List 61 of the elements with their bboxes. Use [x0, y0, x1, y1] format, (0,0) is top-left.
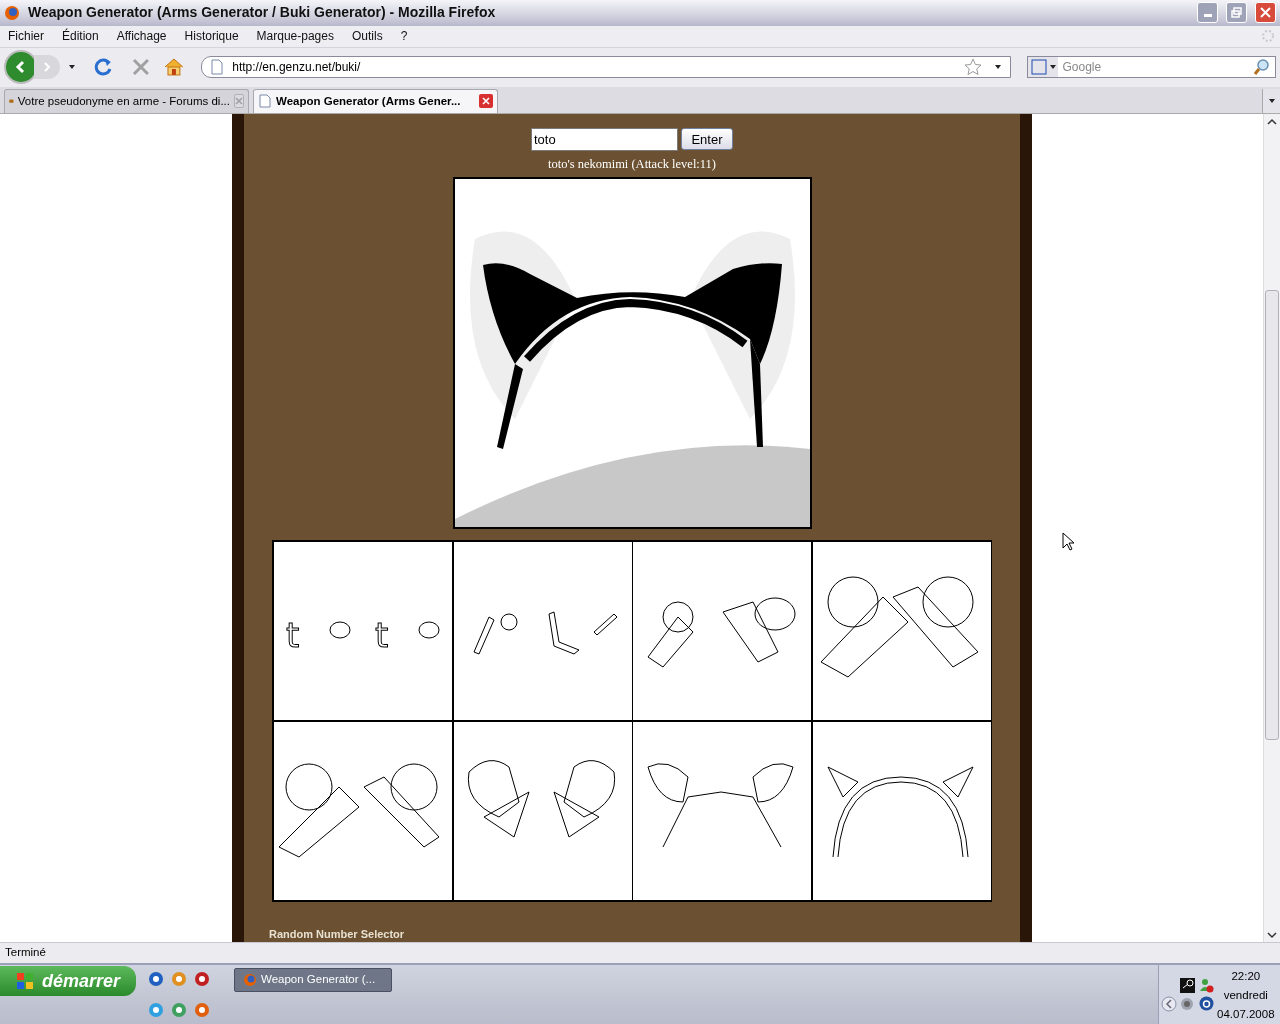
tray-app-icon[interactable]	[1180, 977, 1195, 993]
quick-launch-icon[interactable]	[148, 971, 164, 987]
tab[interactable]: Votre pseudonyme en arme - Forums di...	[4, 88, 249, 113]
windows-logo-icon	[16, 972, 34, 990]
close-tab-button[interactable]	[479, 94, 493, 109]
clock-date: 04.07.2008	[1217, 1007, 1275, 1022]
bookmark-star-icon[interactable]	[964, 58, 983, 77]
url-input[interactable]: http://en.genzu.net/buki/	[232, 58, 965, 77]
address-bar[interactable]: http://en.genzu.net/buki/	[201, 56, 1012, 79]
page-icon	[210, 59, 225, 76]
scrollbar-thumb[interactable]	[1265, 289, 1279, 740]
window-title: Weapon Generator (Arms Generator / Buki Generator) - Mozilla Firefox	[28, 3, 497, 23]
menu-item[interactable]: ?	[396, 27, 412, 46]
list-tabs-button[interactable]	[1262, 88, 1280, 113]
restore-icon	[1231, 7, 1242, 19]
quick-launch-icon[interactable]	[148, 1002, 164, 1018]
messenger-icon[interactable]	[1199, 977, 1214, 993]
menu-item[interactable]: Outils	[347, 27, 387, 46]
close-button[interactable]	[1255, 2, 1276, 24]
caret-icon	[1267, 96, 1276, 105]
page-icon	[258, 94, 272, 109]
quick-launch-icon[interactable]	[194, 1002, 210, 1018]
firefox-logo-icon	[243, 973, 257, 987]
clock-day: vendredi	[1223, 986, 1268, 1005]
firefox-logo-icon	[4, 5, 20, 21]
outlined-letter: t	[286, 614, 300, 658]
enter-button[interactable]: Enter	[681, 128, 733, 151]
menu-item[interactable]: Fichier	[4, 27, 48, 46]
outlined-letter: t	[375, 614, 389, 658]
name-input[interactable]: toto	[531, 127, 678, 151]
taskbar-button[interactable]: Weapon Generator (...	[234, 968, 392, 992]
close-icon	[482, 97, 490, 106]
menu-item[interactable]: Édition	[58, 27, 103, 46]
forward-button[interactable]	[33, 55, 60, 80]
home-icon[interactable]	[163, 56, 186, 79]
quick-launch-icon[interactable]	[171, 971, 187, 987]
throbber-icon	[1260, 28, 1276, 45]
minimize-button[interactable]	[1197, 2, 1218, 24]
minimize-icon	[1203, 14, 1212, 18]
result-caption: toto's nekomimi (Attack level:11)	[547, 155, 717, 173]
speaker-icon[interactable]	[1180, 996, 1194, 1011]
scrollbar[interactable]	[1263, 113, 1280, 942]
close-icon	[1260, 7, 1271, 19]
quick-launch-icon[interactable]	[171, 1002, 187, 1018]
clock-time: 22:20	[1231, 969, 1261, 984]
search-field[interactable]: Google	[1027, 56, 1276, 79]
tray-app-icon[interactable]	[1199, 996, 1214, 1011]
mouse-cursor-icon	[1062, 531, 1074, 551]
menu-item[interactable]: Historique	[180, 27, 243, 46]
section-heading: Random Number Selector	[269, 927, 405, 942]
restore-button[interactable]	[1226, 2, 1247, 24]
menu-item[interactable]: Marque-pages	[252, 27, 338, 46]
search-input[interactable]: Google	[1058, 58, 1253, 77]
search-engine-icon[interactable]	[1028, 57, 1059, 78]
show-hidden-icons-button[interactable]	[1161, 995, 1177, 1012]
close-icon	[235, 97, 243, 106]
menu-item[interactable]: Affichage	[112, 27, 171, 46]
quick-launch-icon[interactable]	[194, 971, 210, 987]
search-icon[interactable]	[1253, 58, 1271, 77]
tab[interactable]: Weapon Generator (Arms Gener...	[253, 88, 498, 113]
status-text: Terminé	[5, 945, 46, 961]
